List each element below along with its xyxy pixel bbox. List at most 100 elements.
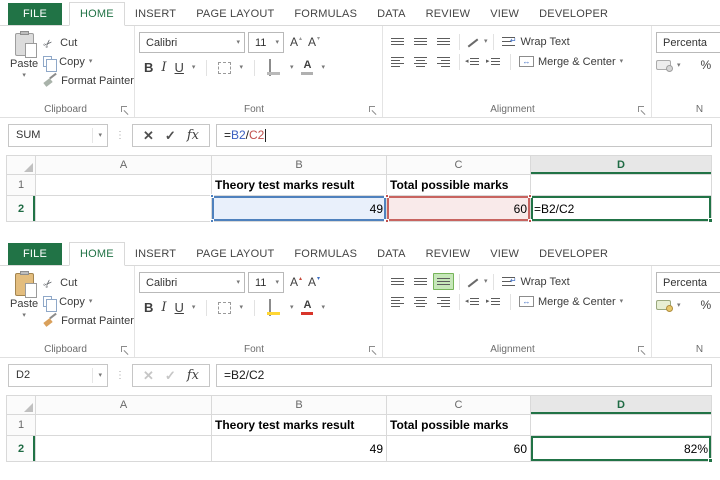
merge-center-button[interactable]: ↔ Merge & Center ▾ bbox=[516, 56, 623, 68]
tab-review[interactable]: REVIEW bbox=[416, 243, 481, 265]
increase-indent-button[interactable]: ▸ bbox=[486, 56, 505, 68]
decrease-indent-button[interactable]: ◂ bbox=[465, 296, 484, 308]
cell-a2[interactable] bbox=[36, 196, 212, 222]
accounting-format-icon[interactable] bbox=[656, 300, 671, 310]
column-header-a[interactable]: A bbox=[36, 395, 212, 415]
tab-review[interactable]: REVIEW bbox=[416, 3, 481, 25]
paste-button[interactable]: Paste ▾ bbox=[10, 31, 38, 102]
tab-formulas[interactable]: FORMULAS bbox=[284, 3, 367, 25]
column-header-a[interactable]: A bbox=[36, 155, 212, 175]
select-all-corner[interactable] bbox=[6, 395, 36, 415]
range-handle[interactable] bbox=[528, 194, 532, 198]
grow-font-button[interactable]: A▴ bbox=[290, 276, 302, 289]
tab-insert[interactable]: INSERT bbox=[125, 243, 186, 265]
alignment-dialog-launcher-icon[interactable] bbox=[638, 106, 646, 114]
column-header-d[interactable]: D bbox=[531, 395, 712, 415]
underline-button[interactable]: U bbox=[175, 300, 184, 315]
tab-developer[interactable]: DEVELOPER bbox=[529, 3, 618, 25]
name-box[interactable]: D2 ▾ bbox=[8, 364, 108, 387]
paste-dropdown-icon[interactable]: ▾ bbox=[22, 72, 26, 79]
clipboard-dialog-launcher-icon[interactable] bbox=[121, 106, 129, 114]
name-box-dropdown-icon[interactable]: ▾ bbox=[92, 368, 107, 383]
tab-home[interactable]: HOME bbox=[69, 2, 125, 26]
copy-button[interactable]: Copy ▾ bbox=[43, 53, 134, 70]
borders-icon[interactable] bbox=[218, 302, 231, 314]
copy-dropdown-icon[interactable]: ▾ bbox=[89, 58, 93, 65]
insert-function-button[interactable]: fx bbox=[187, 368, 199, 383]
tab-insert[interactable]: INSERT bbox=[125, 3, 186, 25]
cell-a1[interactable] bbox=[36, 175, 212, 196]
cell-d1[interactable] bbox=[531, 175, 712, 196]
range-handle[interactable] bbox=[385, 219, 389, 223]
percent-style-button[interactable]: % bbox=[701, 298, 712, 312]
shrink-font-button[interactable]: A▾ bbox=[308, 276, 320, 289]
font-size-combo[interactable]: 11 ▾ bbox=[248, 32, 284, 53]
copy-button[interactable]: Copy ▾ bbox=[43, 293, 134, 310]
borders-dropdown-icon[interactable]: ▾ bbox=[239, 64, 243, 71]
italic-button[interactable]: I bbox=[161, 60, 166, 75]
decrease-indent-button[interactable]: ◂ bbox=[465, 56, 484, 68]
cell-c1[interactable]: Total possible marks bbox=[387, 175, 531, 196]
cell-b1[interactable]: Theory test marks result bbox=[212, 175, 387, 196]
cell-d2-active[interactable]: 82% bbox=[531, 436, 712, 462]
fill-handle[interactable] bbox=[708, 458, 713, 463]
cell-c1[interactable]: Total possible marks bbox=[387, 415, 531, 436]
number-format-combo[interactable]: Percenta bbox=[656, 272, 720, 293]
cell-b1[interactable]: Theory test marks result bbox=[212, 415, 387, 436]
top-align-button[interactable] bbox=[387, 273, 408, 290]
font-name-combo[interactable]: Calibri ▾ bbox=[139, 32, 245, 53]
format-painter-button[interactable]: Format Painter bbox=[43, 72, 134, 89]
clipboard-dialog-launcher-icon[interactable] bbox=[121, 346, 129, 354]
font-color-dropdown-icon[interactable]: ▾ bbox=[321, 64, 325, 71]
formula-input[interactable]: =B2/C2 bbox=[216, 124, 712, 147]
formula-bar-grip-icon[interactable]: ⋮ bbox=[108, 370, 132, 381]
tab-file[interactable]: FILE bbox=[8, 243, 62, 265]
bold-button[interactable]: B bbox=[144, 300, 153, 315]
copy-dropdown-icon[interactable]: ▾ bbox=[89, 298, 93, 305]
row-header-2[interactable]: 2 bbox=[6, 436, 36, 462]
font-dialog-launcher-icon[interactable] bbox=[369, 106, 377, 114]
font-color-icon[interactable]: A bbox=[301, 300, 313, 315]
grow-font-button[interactable]: A▴ bbox=[290, 36, 302, 49]
orientation-icon[interactable] bbox=[465, 275, 482, 289]
formula-input[interactable]: =B2/C2 bbox=[216, 364, 712, 387]
shrink-font-button[interactable]: A▾ bbox=[308, 36, 320, 49]
wrap-text-button[interactable]: ↵ Wrap Text bbox=[499, 276, 570, 288]
column-header-c[interactable]: C bbox=[387, 395, 531, 415]
tab-view[interactable]: VIEW bbox=[480, 3, 529, 25]
middle-align-button[interactable] bbox=[410, 273, 431, 290]
underline-button[interactable]: U bbox=[175, 60, 184, 75]
range-handle[interactable] bbox=[210, 219, 214, 223]
accounting-dropdown-icon[interactable]: ▾ bbox=[677, 62, 681, 69]
percent-style-button[interactable]: % bbox=[701, 58, 712, 72]
fill-color-icon[interactable] bbox=[266, 300, 282, 315]
insert-function-button[interactable]: fx bbox=[187, 128, 199, 143]
font-size-dropdown-icon[interactable]: ▾ bbox=[270, 39, 279, 46]
font-name-dropdown-icon[interactable]: ▾ bbox=[231, 279, 240, 286]
column-header-d[interactable]: D bbox=[531, 155, 712, 175]
font-name-combo[interactable]: Calibri ▾ bbox=[139, 272, 245, 293]
orientation-dropdown-icon[interactable]: ▾ bbox=[484, 38, 488, 45]
borders-dropdown-icon[interactable]: ▾ bbox=[239, 304, 243, 311]
cut-button[interactable]: ✂ Cut bbox=[43, 34, 134, 51]
increase-indent-button[interactable]: ▸ bbox=[486, 296, 505, 308]
enter-button[interactable]: ✓ bbox=[165, 129, 176, 142]
column-header-c[interactable]: C bbox=[387, 155, 531, 175]
bottom-align-button[interactable] bbox=[433, 33, 454, 50]
merge-center-dropdown-icon[interactable]: ▾ bbox=[620, 58, 624, 65]
borders-icon[interactable] bbox=[218, 62, 231, 74]
tab-data[interactable]: DATA bbox=[367, 3, 416, 25]
cell-d2-active[interactable]: =B2/C2 bbox=[531, 196, 712, 222]
align-left-button[interactable] bbox=[387, 53, 408, 70]
formula-bar-grip-icon[interactable]: ⋮ bbox=[108, 130, 132, 141]
font-size-dropdown-icon[interactable]: ▾ bbox=[270, 279, 279, 286]
cell-a1[interactable] bbox=[36, 415, 212, 436]
fill-handle[interactable] bbox=[708, 218, 713, 223]
row-header-1[interactable]: 1 bbox=[6, 175, 36, 196]
merge-center-dropdown-icon[interactable]: ▾ bbox=[620, 298, 624, 305]
accounting-dropdown-icon[interactable]: ▾ bbox=[677, 302, 681, 309]
select-all-corner[interactable] bbox=[6, 155, 36, 175]
tab-formulas[interactable]: FORMULAS bbox=[284, 243, 367, 265]
paste-button[interactable]: Paste ▾ bbox=[10, 271, 38, 342]
cell-a2[interactable] bbox=[36, 436, 212, 462]
